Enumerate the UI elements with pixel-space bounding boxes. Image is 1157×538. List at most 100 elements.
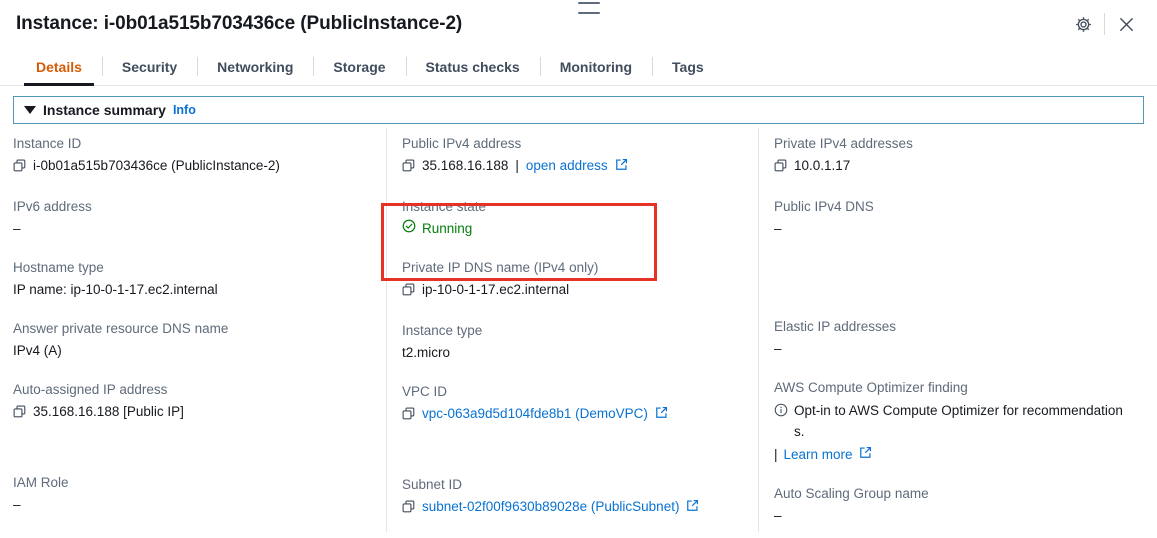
copy-icon[interactable] bbox=[402, 499, 415, 519]
copy-icon[interactable] bbox=[402, 282, 415, 302]
page-title: Instance: i-0b01a515b703436ce (PublicIns… bbox=[16, 13, 463, 34]
public-ipv4-address-value: 35.168.16.188 bbox=[422, 158, 509, 173]
external-link-icon[interactable] bbox=[686, 498, 699, 518]
compute-optimizer-message: Opt-in to AWS Compute Optimizer for reco… bbox=[774, 400, 1130, 442]
field-value-row: – bbox=[774, 506, 1130, 526]
field-label: Instance ID bbox=[13, 136, 82, 151]
tab-tags[interactable]: Tags bbox=[652, 48, 724, 85]
field-label: Public IPv4 address bbox=[402, 136, 522, 151]
instance-summary-header[interactable]: Instance summary Info bbox=[13, 96, 1144, 124]
value-separator: | bbox=[774, 446, 778, 462]
copy-icon[interactable] bbox=[13, 158, 26, 178]
field-value-row: – bbox=[774, 339, 1130, 359]
external-link-icon[interactable] bbox=[859, 444, 872, 465]
auto-assigned-ip-address-value: 35.168.16.188 [Public IP] bbox=[33, 404, 184, 419]
value-separator: | bbox=[515, 158, 519, 173]
field-instance-type: Instance type t2.micro bbox=[402, 321, 744, 363]
info-link[interactable]: Info bbox=[173, 103, 196, 117]
field-label: Public IPv4 DNS bbox=[774, 199, 874, 214]
summary-column-2: Public IPv4 address 35.168.16.188 | open… bbox=[386, 128, 758, 538]
field-value-row: ip-10-0-1-17.ec2.internal bbox=[402, 280, 744, 302]
field-auto-assigned-ip-address: Auto-assigned IP address 35.168.16.188 [… bbox=[13, 380, 372, 424]
field-value-row: IPv4 (A) bbox=[13, 341, 372, 361]
learn-more-link[interactable]: Learn more bbox=[784, 444, 853, 465]
field-label: Subnet ID bbox=[402, 477, 463, 492]
field-label: VPC ID bbox=[402, 384, 448, 399]
instance-id-value: i-0b01a515b703436ce (PublicInstance-2) bbox=[33, 158, 280, 173]
field-label: Private IPv4 addresses bbox=[774, 136, 913, 151]
field-value-row: 10.0.1.17 bbox=[774, 156, 1130, 178]
summary-column-1: Instance ID i-0b01a515b703436ce (PublicI… bbox=[13, 134, 386, 538]
external-link-icon[interactable] bbox=[655, 405, 668, 425]
titlebar-divider bbox=[1104, 13, 1105, 35]
learn-more-row: | Learn more bbox=[774, 443, 1130, 465]
field-label: Auto-assigned IP address bbox=[13, 382, 168, 397]
vpc-id-link[interactable]: vpc-063a9d5d104fde8b1 (DemoVPC) bbox=[422, 404, 648, 424]
chevron-down-icon[interactable] bbox=[24, 106, 36, 114]
field-private-ip-dns-name: Private IP DNS name (IPv4 only) ip-10-0-… bbox=[402, 258, 744, 302]
field-label: Answer private resource DNS name bbox=[13, 321, 229, 336]
open-address-link[interactable]: open address bbox=[526, 156, 608, 176]
field-value-row: t2.micro bbox=[402, 343, 744, 363]
field-value-row: – bbox=[13, 495, 372, 515]
field-spacer bbox=[774, 258, 1130, 298]
public-ipv4-dns-value: – bbox=[774, 221, 782, 236]
field-public-ipv4-dns: Public IPv4 DNS – bbox=[774, 197, 1130, 239]
field-value-row: subnet-02f00f9630b89028e (PublicSubnet) bbox=[402, 497, 744, 519]
instance-details-panel: Instance: i-0b01a515b703436ce (PublicIns… bbox=[0, 0, 1157, 538]
field-value-row: – bbox=[774, 219, 1130, 239]
tab-details[interactable]: Details bbox=[16, 48, 102, 86]
status-badge: Running bbox=[402, 219, 472, 239]
field-subnet-id: Subnet ID subnet-02f00f9630b89028e (Publ… bbox=[402, 475, 744, 519]
copy-icon[interactable] bbox=[402, 406, 415, 426]
gear-icon[interactable] bbox=[1066, 8, 1100, 40]
field-iam-role: IAM Role – bbox=[13, 473, 372, 515]
field-label: AWS Compute Optimizer finding bbox=[774, 380, 968, 395]
tab-status-checks[interactable]: Status checks bbox=[405, 48, 540, 85]
field-value-row: i-0b01a515b703436ce (PublicInstance-2) bbox=[13, 156, 372, 178]
instance-state-value: Running bbox=[422, 221, 473, 236]
field-value-row: IP name: ip-10-0-1-17.ec2.internal bbox=[13, 280, 372, 300]
field-public-ipv4-address: Public IPv4 address 35.168.16.188 | open… bbox=[402, 134, 744, 178]
field-value-row: Running bbox=[402, 219, 744, 239]
field-compute-optimizer-finding: AWS Compute Optimizer finding Opt-in to … bbox=[774, 378, 1130, 465]
tab-monitoring[interactable]: Monitoring bbox=[539, 48, 652, 85]
external-link-icon[interactable] bbox=[615, 157, 628, 177]
auto-scaling-group-name-value: – bbox=[774, 508, 782, 523]
details-content: Instance summary Info Instance ID i-0b01… bbox=[0, 86, 1157, 538]
field-label: Elastic IP addresses bbox=[774, 319, 897, 334]
field-instance-id: Instance ID i-0b01a515b703436ce (PublicI… bbox=[13, 134, 372, 178]
info-circle-icon bbox=[774, 402, 788, 423]
titlebar: Instance: i-0b01a515b703436ce (PublicIns… bbox=[0, 0, 1157, 48]
tab-bar: Details Security Networking Storage Stat… bbox=[0, 48, 1157, 86]
field-label: Instance state bbox=[402, 199, 487, 214]
copy-icon[interactable] bbox=[774, 158, 787, 178]
field-value-row: – bbox=[13, 219, 372, 239]
copy-icon[interactable] bbox=[402, 158, 415, 178]
field-auto-scaling-group-name: Auto Scaling Group name – bbox=[774, 484, 1130, 526]
instance-summary-title: Instance summary bbox=[43, 102, 166, 118]
field-ipv6-address: IPv6 address – bbox=[13, 197, 372, 239]
instance-type-value: t2.micro bbox=[402, 345, 451, 360]
tab-security[interactable]: Security bbox=[101, 48, 197, 85]
field-vpc-id: VPC ID vpc-063a9d5d104fde8b1 (DemoVPC) bbox=[402, 382, 744, 426]
field-value-row: 35.168.16.188 [Public IP] bbox=[13, 402, 372, 424]
summary-column-3: Private IPv4 addresses 10.0.1.17 Public … bbox=[758, 128, 1144, 538]
iam-role-value: – bbox=[13, 497, 21, 512]
instance-summary-grid: Instance ID i-0b01a515b703436ce (PublicI… bbox=[13, 124, 1144, 538]
ipv6-address-value: – bbox=[13, 221, 21, 236]
titlebar-actions bbox=[1066, 8, 1143, 40]
field-value-row: Opt-in to AWS Compute Optimizer for reco… bbox=[774, 400, 1130, 465]
field-label: Private IP DNS name (IPv4 only) bbox=[402, 260, 599, 275]
tab-networking[interactable]: Networking bbox=[197, 48, 313, 85]
field-hostname-type: Hostname type IP name: ip-10-0-1-17.ec2.… bbox=[13, 258, 372, 300]
tab-storage[interactable]: Storage bbox=[313, 48, 405, 85]
field-label: Instance type bbox=[402, 323, 483, 338]
close-icon[interactable] bbox=[1109, 8, 1143, 40]
private-ipv4-addresses-value: 10.0.1.17 bbox=[794, 158, 851, 173]
hostname-type-value: IP name: ip-10-0-1-17.ec2.internal bbox=[13, 282, 218, 297]
field-value-row: vpc-063a9d5d104fde8b1 (DemoVPC) bbox=[402, 404, 744, 426]
copy-icon[interactable] bbox=[13, 404, 26, 424]
field-elastic-ip-addresses: Elastic IP addresses – bbox=[774, 317, 1130, 359]
subnet-id-link[interactable]: subnet-02f00f9630b89028e (PublicSubnet) bbox=[422, 497, 679, 517]
